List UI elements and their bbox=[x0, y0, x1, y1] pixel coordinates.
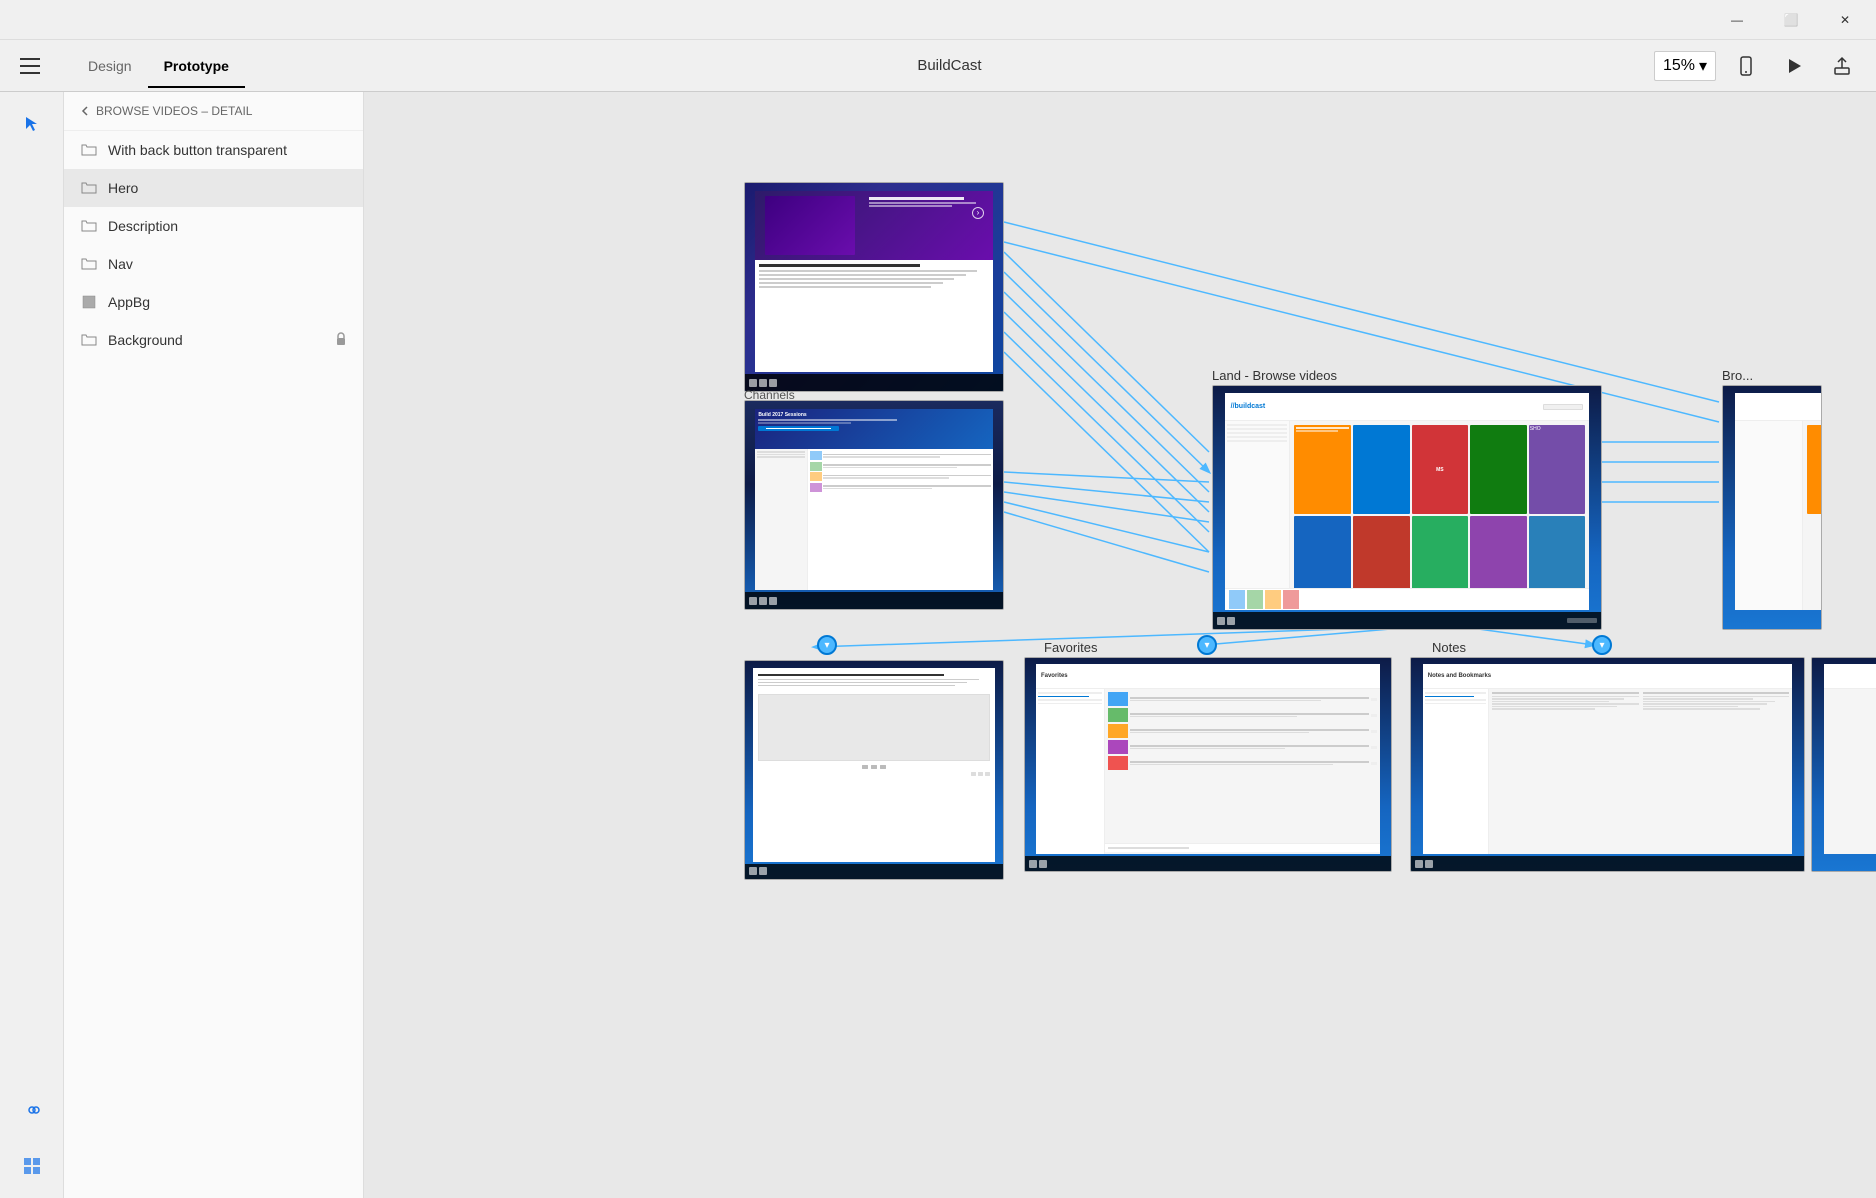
folder-icon-back bbox=[80, 141, 98, 159]
minimize-button[interactable]: — bbox=[1714, 4, 1760, 36]
toolbar: Design Prototype BuildCast 15% bbox=[0, 40, 1876, 92]
panel-item-label-appbg: AppBg bbox=[108, 294, 150, 310]
back-icon bbox=[80, 106, 90, 116]
frame-favorites[interactable]: Favorites bbox=[1024, 657, 1392, 872]
app-title: BuildCast bbox=[261, 57, 1638, 74]
label-notes: Notes bbox=[1432, 640, 1466, 655]
zoom-value: 15% bbox=[1663, 57, 1695, 75]
connections-svg bbox=[364, 92, 1876, 1198]
share-icon bbox=[1832, 56, 1852, 76]
panel-item-label-back: With back button transparent bbox=[108, 142, 287, 158]
canvas-area[interactable]: › bbox=[364, 92, 1876, 1198]
toolbar-right: 15% bbox=[1654, 48, 1860, 84]
panel-item-label-hero: Hero bbox=[108, 180, 138, 196]
scroll-indicator-1[interactable]: ▾ bbox=[817, 635, 837, 655]
scroll-indicator-3[interactable]: ▾ bbox=[1592, 635, 1612, 655]
panel-item-nav[interactable]: Nav bbox=[64, 245, 363, 283]
panel-item-label-background: Background bbox=[108, 332, 183, 348]
panel-item-appbg[interactable]: AppBg bbox=[64, 283, 363, 321]
panel-item-background[interactable]: Background bbox=[64, 321, 363, 359]
tab-prototype[interactable]: Prototype bbox=[148, 44, 245, 88]
label-bro-partial: Bro... bbox=[1722, 368, 1753, 383]
frame-land-browse[interactable]: //buildcast bbox=[1212, 385, 1602, 630]
left-panel: BROWSE VIDEOS – DETAIL With back button … bbox=[64, 92, 364, 1198]
scroll-indicator-2[interactable]: ▾ bbox=[1197, 635, 1217, 655]
phone-preview-button[interactable] bbox=[1728, 48, 1764, 84]
tab-design[interactable]: Design bbox=[72, 44, 148, 88]
zoom-control[interactable]: 15% bbox=[1654, 51, 1716, 81]
frame-video-detail[interactable]: › bbox=[744, 182, 1004, 392]
breadcrumb[interactable]: BROWSE VIDEOS – DETAIL bbox=[64, 92, 363, 131]
frame-session-list[interactable]: Build 2017 Sessions bbox=[744, 400, 1004, 610]
breadcrumb-text: BROWSE VIDEOS – DETAIL bbox=[96, 104, 252, 118]
menu-button[interactable] bbox=[16, 50, 48, 82]
folder-icon-bg bbox=[80, 331, 98, 349]
titlebar: — ⬜ ✕ bbox=[0, 0, 1876, 40]
frame-notes-partial[interactable] bbox=[1811, 657, 1876, 872]
lock-icon bbox=[335, 332, 347, 349]
panel-items: With back button transparent Hero Descri… bbox=[64, 131, 363, 1198]
panel-item-hero[interactable]: Hero bbox=[64, 169, 363, 207]
frame-player[interactable] bbox=[744, 660, 1004, 880]
panel-item-description[interactable]: Description bbox=[64, 207, 363, 245]
label-land-browse: Land - Browse videos bbox=[1212, 368, 1337, 383]
folder-icon-nav bbox=[80, 255, 98, 273]
main-layout: BROWSE VIDEOS – DETAIL With back button … bbox=[0, 92, 1876, 1198]
layers-icon bbox=[22, 1100, 42, 1120]
frame-notes[interactable]: Notes and Bookmarks bbox=[1410, 657, 1805, 872]
panel-item-with-back-button[interactable]: With back button transparent bbox=[64, 131, 363, 169]
panel-item-label-nav: Nav bbox=[108, 256, 133, 272]
pointer-tool-button[interactable] bbox=[16, 108, 48, 140]
zoom-chevron-icon bbox=[1699, 56, 1707, 76]
present-button[interactable] bbox=[1776, 48, 1812, 84]
phone-icon bbox=[1736, 56, 1756, 76]
pointer-icon bbox=[23, 115, 41, 133]
label-favorites: Favorites bbox=[1044, 640, 1097, 655]
play-icon bbox=[1784, 56, 1804, 76]
layers-button[interactable] bbox=[16, 1094, 48, 1126]
folder-icon-desc bbox=[80, 217, 98, 235]
close-button[interactable]: ✕ bbox=[1822, 4, 1868, 36]
panel-item-label-desc: Description bbox=[108, 218, 178, 234]
maximize-button[interactable]: ⬜ bbox=[1768, 4, 1814, 36]
toolbar-tabs: Design Prototype bbox=[72, 44, 245, 88]
folder-icon-hero bbox=[80, 179, 98, 197]
rect-icon-appbg bbox=[80, 293, 98, 311]
components-icon bbox=[22, 1156, 42, 1176]
components-button[interactable] bbox=[16, 1150, 48, 1182]
frame-partial-right[interactable] bbox=[1722, 385, 1822, 630]
export-button[interactable] bbox=[1824, 48, 1860, 84]
sidebar-narrow bbox=[0, 92, 64, 1198]
